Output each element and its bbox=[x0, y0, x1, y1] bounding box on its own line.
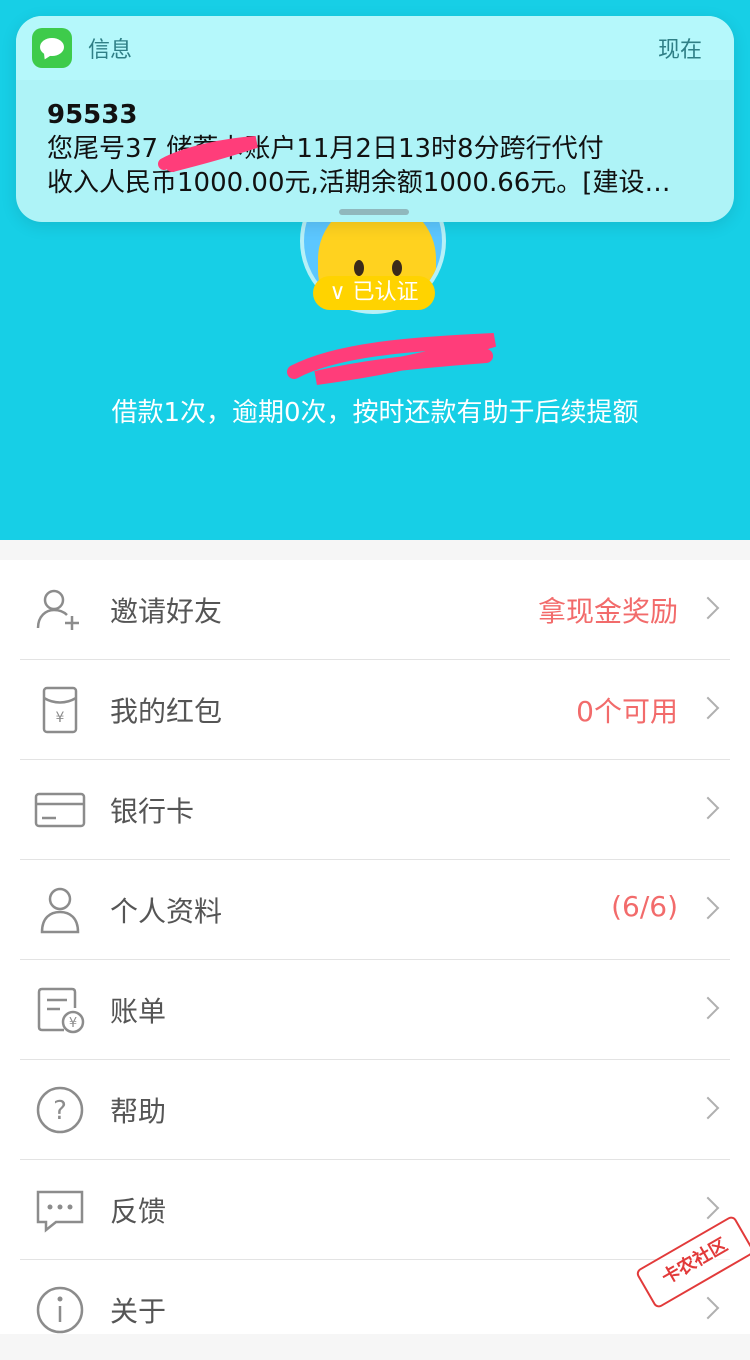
loan-summary: 借款1次，逾期0次，按时还款有助于后续提额 bbox=[111, 398, 639, 428]
menu-item-label: 我的红包 bbox=[110, 695, 223, 728]
menu-item-label: 帮助 bbox=[110, 1095, 167, 1128]
help-icon: ? bbox=[36, 1086, 84, 1134]
redaction-scribble bbox=[158, 136, 258, 172]
redaction-scribble bbox=[287, 333, 497, 385]
menu-item-value: 拿现金奖励 bbox=[537, 595, 678, 628]
svg-text:?: ? bbox=[53, 1096, 67, 1126]
feedback-icon bbox=[36, 1190, 84, 1233]
sms-notification[interactable]: 信息 现在 95533 您尾号37 储蓄卡账户11月2日13时8分跨行代付 收入… bbox=[16, 16, 734, 222]
menu-list: 邀请好友 拿现金奖励 ¥ 我的红包 0个可用 银行卡 个人资料 (6/6) ¥ … bbox=[0, 560, 750, 1334]
menu-item-feedback[interactable]: 反馈 bbox=[0, 1160, 750, 1260]
chevron-right-icon bbox=[696, 596, 720, 620]
menu-item-value: (6/6) bbox=[611, 890, 678, 923]
menu-item-label: 银行卡 bbox=[110, 795, 195, 828]
notification-message: 您尾号37 储蓄卡账户11月2日13时8分跨行代付 收入人民币1000.00元,… bbox=[47, 132, 707, 200]
menu-item-label: 邀请好友 bbox=[110, 595, 223, 628]
menu-item-label: 反馈 bbox=[110, 1195, 167, 1228]
notification-message-line: 您尾号37 储蓄卡账户11月2日13时8分跨行代付 bbox=[47, 134, 604, 164]
messages-app-icon bbox=[32, 28, 72, 68]
chevron-right-icon bbox=[696, 996, 720, 1020]
avatar-eye bbox=[392, 260, 402, 276]
menu-item-label: 个人资料 bbox=[110, 895, 223, 928]
menu-item-bills[interactable]: ¥ 账单 bbox=[0, 960, 750, 1060]
menu-item-personal-info[interactable]: 个人资料 (6/6) bbox=[0, 860, 750, 960]
chevron-right-icon bbox=[696, 896, 720, 920]
notification-grabber[interactable] bbox=[339, 209, 409, 215]
info-icon bbox=[36, 1286, 84, 1334]
bank-card-icon bbox=[34, 792, 86, 828]
notification-app-name: 信息 bbox=[88, 38, 133, 63]
menu-item-value: 0个可用 bbox=[576, 695, 678, 728]
menu-item-invite-friends[interactable]: 邀请好友 拿现金奖励 bbox=[0, 560, 750, 660]
chevron-right-icon bbox=[696, 1196, 720, 1220]
chevron-right-icon bbox=[696, 1296, 720, 1320]
bill-icon: ¥ bbox=[37, 987, 85, 1034]
menu-item-red-packet[interactable]: ¥ 我的红包 0个可用 bbox=[0, 660, 750, 760]
menu-item-label: 账单 bbox=[110, 995, 167, 1028]
notification-sender: 95533 bbox=[47, 100, 138, 130]
chevron-right-icon bbox=[696, 696, 720, 720]
menu-item-help[interactable]: ? 帮助 bbox=[0, 1060, 750, 1160]
verified-badge: ∨ 已认证 bbox=[313, 276, 435, 310]
chevron-right-icon bbox=[696, 796, 720, 820]
svg-text:¥: ¥ bbox=[69, 1016, 77, 1031]
notification-message-line: 收入人民币1000.00元,活期余额1000.66元。[建设… bbox=[47, 168, 671, 198]
avatar-eye bbox=[354, 260, 364, 276]
red-packet-icon: ¥ bbox=[42, 686, 78, 734]
menu-item-bank-card[interactable]: 银行卡 bbox=[0, 760, 750, 860]
chevron-right-icon bbox=[696, 1096, 720, 1120]
invite-user-icon bbox=[36, 589, 79, 630]
notification-time: 现在 bbox=[657, 38, 702, 63]
person-icon bbox=[40, 887, 80, 934]
notification-header: 信息 现在 bbox=[16, 16, 734, 80]
svg-text:¥: ¥ bbox=[56, 710, 65, 726]
menu-item-label: 关于 bbox=[110, 1295, 167, 1328]
